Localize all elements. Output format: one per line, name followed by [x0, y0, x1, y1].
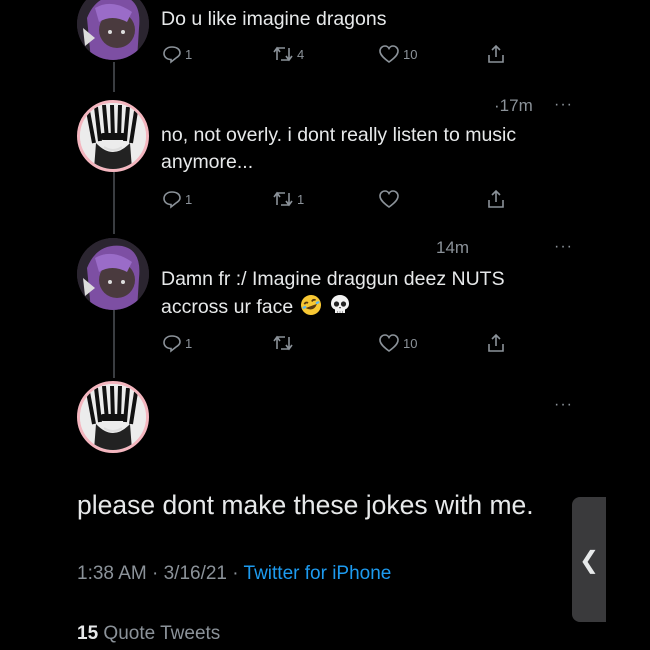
reply-count: 1 — [185, 335, 193, 351]
tweet-text: Do u like imagine dragons — [161, 8, 387, 30]
chevron-left-icon: ❮ — [578, 545, 600, 574]
tweet-line: anymore... — [161, 151, 254, 173]
tweet-text: Damn fr :/ Imagine draggun deez NUTS acc… — [161, 266, 505, 321]
share-button[interactable] — [486, 43, 506, 65]
quote-count: 15 — [77, 623, 99, 644]
thread-line — [113, 172, 115, 234]
share-icon — [488, 44, 504, 63]
reply-button[interactable]: 1 — [162, 333, 192, 353]
tweet-source-link[interactable]: Twitter for iPhone — [244, 563, 392, 584]
share-icon — [488, 189, 504, 208]
tweet-text: no, not overly. i dont really listen to … — [161, 122, 516, 176]
heart-icon — [379, 334, 399, 352]
reply-button[interactable]: 1 — [162, 189, 192, 209]
share-icon — [488, 333, 504, 352]
thread-line — [113, 62, 115, 92]
tweet-line: Damn fr :/ Imagine draggun deez NUTS — [161, 268, 505, 290]
share-button[interactable] — [486, 188, 506, 210]
quote-label: Quote Tweets — [103, 623, 221, 644]
heart-icon — [379, 190, 399, 208]
retweet-icon — [273, 335, 293, 351]
retweet-count: 1 — [297, 191, 305, 207]
tweet-line: no, not overly. i dont really listen to … — [161, 124, 517, 146]
reply-icon — [163, 335, 181, 353]
more-options-icon[interactable]: ··· — [554, 238, 573, 256]
avatar[interactable] — [77, 0, 149, 60]
like-button[interactable] — [378, 189, 403, 209]
retweet-button[interactable] — [272, 333, 297, 353]
rofl-emoji-icon — [300, 295, 321, 315]
retweet-button[interactable]: 4 — [272, 44, 304, 64]
retweet-icon — [273, 46, 293, 62]
tweet-timestamp: 14m — [436, 238, 470, 257]
main-tweet-text: please dont make these jokes with me. — [77, 490, 534, 520]
thread-line — [113, 310, 115, 378]
avatar[interactable] — [77, 100, 149, 172]
avatar[interactable] — [77, 238, 149, 310]
reply-button[interactable]: 1 — [162, 44, 192, 64]
reply-icon — [163, 46, 181, 64]
reply-icon — [163, 191, 181, 209]
avatar[interactable] — [77, 381, 149, 453]
like-count: 10 — [403, 46, 418, 62]
tweet-timestamp: 1:38 AM · 3/16/21 · Twitter for iPhone — [77, 563, 391, 585]
more-options-icon[interactable]: ··· — [554, 96, 573, 114]
share-button[interactable] — [486, 332, 506, 354]
back-tab[interactable]: ❮ — [572, 497, 606, 622]
skull-emoji-icon — [331, 295, 350, 313]
quote-tweets-link[interactable]: 15 Quote Tweets — [77, 623, 220, 645]
tweet-timestamp: ·17m — [494, 96, 533, 115]
retweet-count: 4 — [297, 46, 305, 62]
like-button[interactable]: 10 — [378, 333, 417, 353]
retweet-button[interactable]: 1 — [272, 189, 304, 209]
reply-count: 1 — [185, 191, 193, 207]
retweet-icon — [273, 191, 293, 207]
like-count: 10 — [403, 335, 418, 351]
tweet-line: accross ur face — [161, 296, 294, 318]
heart-icon — [379, 45, 399, 63]
like-button[interactable]: 10 — [378, 44, 417, 64]
tweet-time: 1:38 AM · 3/16/21 · — [77, 563, 244, 584]
more-options-icon[interactable]: ··· — [554, 396, 573, 414]
reply-count: 1 — [185, 46, 193, 62]
